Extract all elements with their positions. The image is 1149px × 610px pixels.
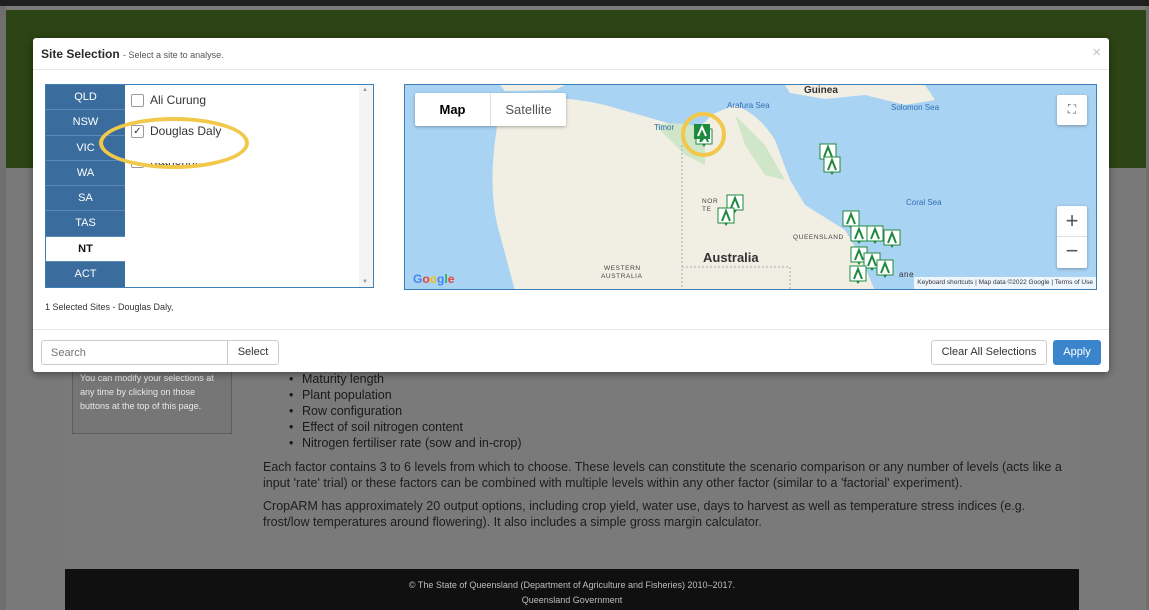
search-input[interactable] (41, 340, 228, 365)
map-label-western: WESTERN (604, 265, 641, 272)
paragraph-levels: Each factor contains 3 to 6 levels from … (263, 460, 1062, 490)
map-label-solomon: Solomon Sea (891, 103, 940, 112)
apply-button[interactable]: Apply (1053, 340, 1101, 365)
map-type-satellite-button[interactable]: Satellite (491, 93, 566, 126)
clear-all-selections-button[interactable]: Clear All Selections (931, 340, 1047, 365)
map-highlight-ring (681, 112, 726, 157)
footer-government: Queensland Government (521, 595, 623, 605)
selected-sites-summary: 1 Selected Sites - Douglas Daly, (45, 302, 174, 312)
map-type-map-button[interactable]: Map (415, 93, 491, 126)
zoom-control: + − (1057, 206, 1087, 268)
map[interactable]: Arafura Sea Guinea Solomon Sea Timor Cor… (404, 84, 1097, 290)
state-tabs: QLD NSW VIC WA SA TAS NT ACT (46, 85, 125, 287)
scroll-down-icon[interactable]: ▼ (362, 279, 368, 285)
modal-subtitle: - Select a site to analyse. (123, 50, 224, 60)
site-picker: QLD NSW VIC WA SA TAS NT ACT Ali Curung … (45, 84, 374, 288)
factor-list: Maturity length Plant population Row con… (288, 371, 522, 451)
modal-title-text: Site Selection (41, 47, 120, 61)
map-label-queensland: QUEENSLAND (793, 234, 844, 241)
highlight-ring (99, 117, 249, 169)
modal-header: Site Selection - Select a site to analys… (33, 38, 1109, 70)
map-label-nor: NOR (702, 198, 719, 205)
tab-tas[interactable]: TAS (46, 211, 125, 237)
list-item: Maturity length (288, 371, 522, 387)
paragraph-outputs: CropARM has approximately 20 output opti… (263, 499, 1026, 529)
modal-title: Site Selection - Select a site to analys… (41, 47, 224, 61)
select-button[interactable]: Select (227, 340, 279, 365)
map-attribution[interactable]: Keyboard shortcuts | Map data ©2022 Goog… (914, 277, 1096, 289)
side-note: You can modify your selections at any ti… (72, 370, 232, 434)
site-marker-icon[interactable] (876, 259, 894, 279)
list-item: Nitrogen fertiliser rate (sow and in-cro… (288, 435, 522, 451)
site-label: Ali Curung (150, 93, 207, 107)
map-label-guinea: Guinea (804, 85, 838, 96)
fullscreen-icon[interactable]: ⛶ (1057, 95, 1087, 125)
footer-copyright: © The State of Queensland (Department of… (408, 580, 736, 590)
footer: © The State of Queensland (Department of… (65, 569, 1079, 610)
checkbox[interactable] (131, 93, 144, 107)
modal-footer: Select Clear All Selections Apply (33, 329, 1109, 372)
zoom-in-button[interactable]: + (1057, 206, 1087, 237)
site-marker-icon[interactable] (849, 265, 867, 285)
site-marker-icon[interactable] (823, 156, 841, 176)
google-logo: Google (413, 272, 455, 286)
map-type-control: Map Satellite (415, 93, 566, 126)
tab-sa[interactable]: SA (46, 186, 125, 212)
tab-nt[interactable]: NT (46, 236, 125, 262)
site-marker-icon[interactable] (717, 207, 735, 227)
map-label-western-australia: AUSTRALIA (601, 273, 643, 280)
land-indonesia (500, 85, 565, 91)
site-list: Ali Curung ✓ Douglas Daly Katherine (125, 85, 360, 287)
map-label-ter: TE (702, 206, 712, 213)
site-marker-icon[interactable] (866, 225, 884, 245)
site-item-ali-curung[interactable]: Ali Curung (131, 91, 206, 109)
zoom-out-button[interactable]: − (1057, 237, 1087, 268)
tab-wa[interactable]: WA (46, 160, 125, 186)
site-marker-icon[interactable] (883, 229, 901, 249)
map-label-arafura: Arafura Sea (727, 101, 770, 110)
site-list-scrollbar[interactable]: ▲ ▼ (359, 85, 373, 287)
map-label-australia: Australia (703, 250, 759, 265)
list-item: Plant population (288, 387, 522, 403)
tab-act[interactable]: ACT (46, 261, 125, 287)
tab-qld[interactable]: QLD (46, 85, 125, 111)
map-label-brisbane: ane (899, 270, 915, 279)
close-icon[interactable]: × (1092, 44, 1101, 61)
list-item: Effect of soil nitrogen content (288, 419, 522, 435)
scroll-up-icon[interactable]: ▲ (362, 87, 368, 93)
map-label-timor: Timor (654, 123, 675, 132)
map-label-coral: Coral Sea (906, 198, 942, 207)
site-selection-modal: Site Selection - Select a site to analys… (33, 38, 1109, 372)
list-item: Row configuration (288, 403, 522, 419)
